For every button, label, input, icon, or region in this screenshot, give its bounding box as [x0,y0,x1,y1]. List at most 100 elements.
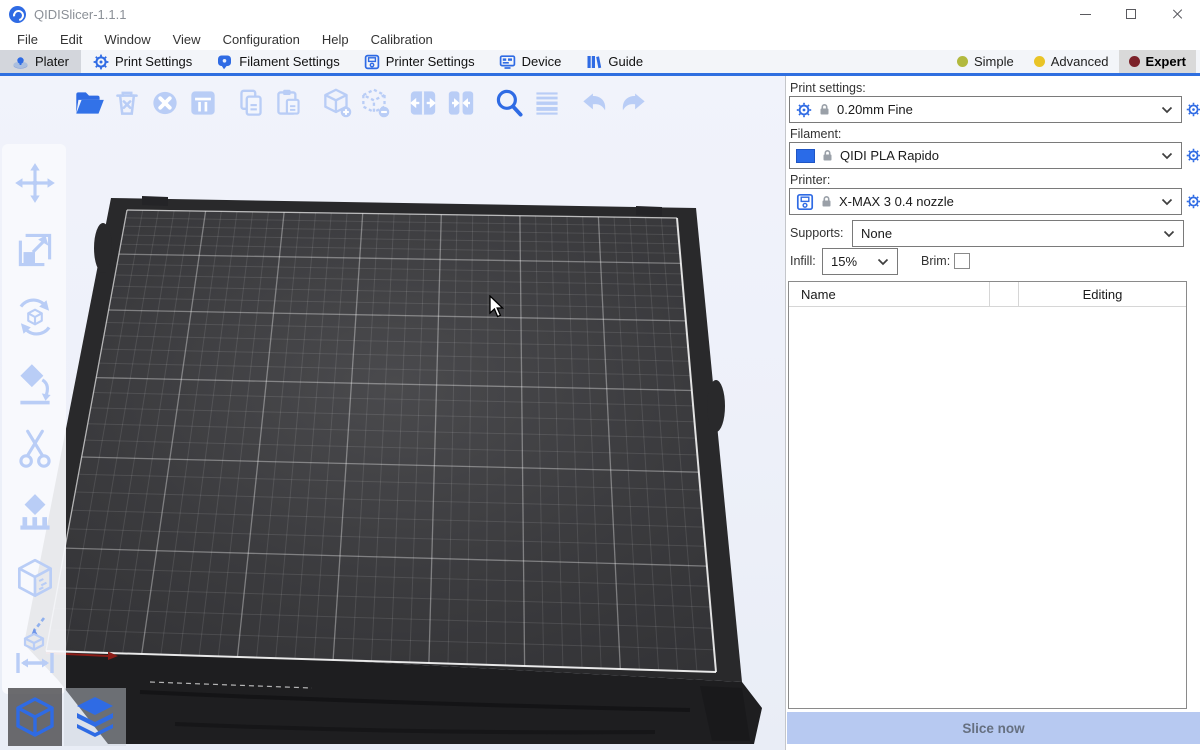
brim-checkbox[interactable] [954,253,970,269]
measure-tool-button[interactable] [11,555,59,603]
menu-file[interactable]: File [6,30,49,49]
arrange-button[interactable] [184,84,222,122]
delete-button[interactable] [108,84,146,122]
move-tool-button[interactable] [11,159,59,207]
column-header-name[interactable]: Name [789,282,990,306]
place-on-face-tool-button[interactable] [11,359,59,407]
mode-switcher: Simple Advanced Expert [947,50,1200,73]
mode-label: Advanced [1051,54,1109,69]
print-settings-value: 0.20mm Fine [837,102,1155,117]
expert-dot-icon [1129,56,1140,67]
lock-icon [820,195,833,208]
paint-supports-tool-button[interactable] [11,490,59,538]
copy-button[interactable] [232,84,270,122]
preview-layers-view-icon [71,693,119,741]
split-to-parts-button[interactable] [442,84,480,122]
variable-layer-height-button[interactable] [528,84,566,122]
3d-viewport[interactable] [0,76,785,750]
filament-color-swatch [796,149,815,163]
filament-combo[interactable]: QIDI PLA Rapido [789,142,1182,169]
view-3d-editor-button[interactable] [8,688,62,746]
tab-label: Device [522,54,562,69]
infill-combo[interactable]: 15% [822,248,898,275]
menu-help[interactable]: Help [311,30,360,49]
column-header-extruder[interactable] [990,282,1019,306]
tab-label: Plater [35,54,69,69]
remove-instance-button[interactable] [356,84,394,122]
mode-advanced[interactable]: Advanced [1024,50,1119,73]
menu-configuration[interactable]: Configuration [212,30,311,49]
maximize-button[interactable] [1108,0,1154,28]
printer-gear-button[interactable] [1186,194,1200,209]
scale-tool-button[interactable] [11,226,59,274]
menu-calibration[interactable]: Calibration [360,30,444,49]
mode-expert[interactable]: Expert [1119,50,1196,73]
undo-button[interactable] [576,84,614,122]
gear-icon [796,102,812,118]
lock-icon [821,149,834,162]
tab-printer-settings[interactable]: Printer Settings [352,50,487,73]
spacing-tool-button[interactable] [11,649,59,677]
slice-now-button[interactable]: Slice now [787,712,1200,744]
chevron-down-icon [1163,230,1175,238]
supports-combo[interactable]: None [852,220,1184,247]
chevron-down-icon [877,258,889,266]
print-settings-gear-button[interactable] [1186,102,1200,117]
place-on-bed-icon [16,614,54,652]
supports-label: Supports: [790,226,844,240]
filament-icon [216,54,233,70]
column-header-editing[interactable]: Editing [1019,287,1186,302]
mode-label: Simple [974,54,1014,69]
chevron-down-icon [1161,152,1173,160]
tab-plater[interactable]: Plater [0,50,81,73]
cut-scissors-icon [11,425,59,473]
title-bar: QIDISlicer-1.1.1 [0,0,1200,28]
scale-icon [11,226,59,274]
menu-view[interactable]: View [162,30,212,49]
tab-label: Printer Settings [386,54,475,69]
printer-combo[interactable]: X-MAX 3 0.4 nozzle [789,188,1182,215]
filament-gear-button[interactable] [1186,148,1200,163]
tab-print-settings[interactable]: Print Settings [81,50,204,73]
3d-editor-view-icon [14,695,56,739]
tab-filament-settings[interactable]: Filament Settings [204,50,351,73]
print-bed [0,76,785,750]
move-icon [11,159,59,207]
tab-guide[interactable]: Guide [573,50,655,73]
object-list[interactable]: Name Editing [788,281,1187,709]
cut-tool-button[interactable] [11,425,59,473]
paste-icon [271,85,307,121]
mouse-cursor [489,295,507,319]
split-to-objects-button[interactable] [404,84,442,122]
redo-icon [615,85,651,121]
minimize-button[interactable] [1062,0,1108,28]
mode-simple[interactable]: Simple [947,50,1024,73]
rotate-tool-button[interactable] [11,293,59,341]
qidislicer-window: QIDISlicer-1.1.1 File Edit Window View C… [0,0,1200,750]
tab-label: Filament Settings [239,54,339,69]
search-button[interactable] [490,84,528,122]
paint-on-supports-icon [11,490,59,538]
arrange-icon [185,85,221,121]
close-icon [1171,8,1183,20]
print-settings-combo[interactable]: 0.20mm Fine [789,96,1182,123]
menu-window[interactable]: Window [93,30,161,49]
plater-icon [12,54,29,70]
paste-button[interactable] [270,84,308,122]
menu-edit[interactable]: Edit [49,30,93,49]
bed-clip [94,223,112,273]
place-on-bed-tool-button[interactable] [11,614,59,652]
lock-icon [818,103,831,116]
open-folder-button[interactable] [70,84,108,122]
copy-icon [233,85,269,121]
add-instance-button[interactable] [318,84,356,122]
delete-all-button[interactable] [146,84,184,122]
maximize-icon [1126,9,1136,19]
main-toolbar [70,84,652,122]
view-preview-button[interactable] [64,688,126,746]
split-to-parts-icon [443,85,479,121]
redo-button[interactable] [614,84,652,122]
tab-device[interactable]: Device [487,50,574,73]
close-button[interactable] [1154,0,1200,28]
object-list-header: Name Editing [789,282,1186,307]
